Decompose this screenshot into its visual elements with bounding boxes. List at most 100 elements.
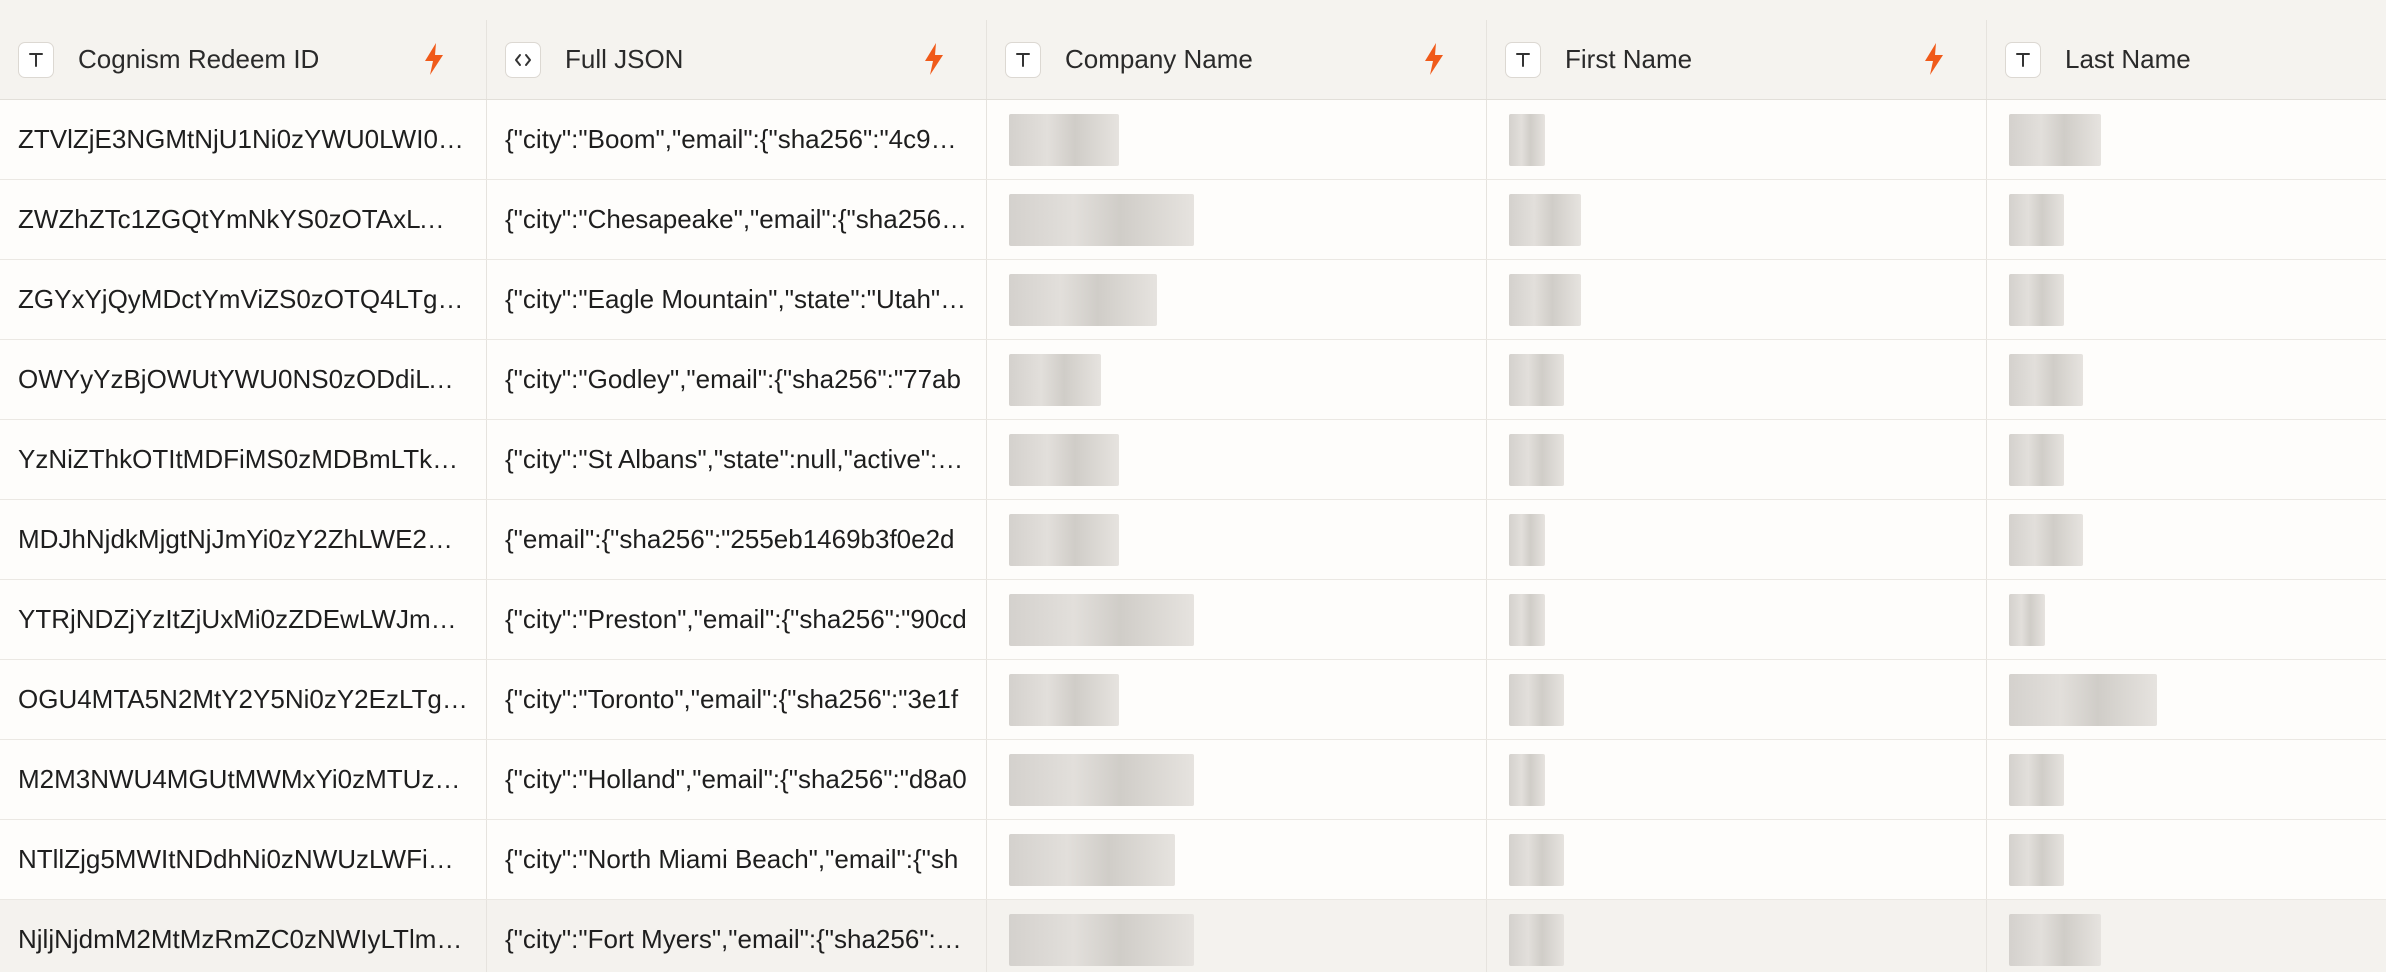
cell-last-name[interactable] <box>1987 580 2386 659</box>
table-row[interactable]: MDJhNjdkMjgtNjJmYi0zY2ZhLWE2MzctYjU {"ema… <box>0 500 2386 580</box>
redeem-id-text: OWYyYzBjOWUtYWU0NS0zODdiLWE3OTEtNjc <box>18 364 486 394</box>
redacted-value <box>2009 834 2064 886</box>
redacted-value <box>2009 514 2083 566</box>
redacted-value <box>1009 914 1194 966</box>
cell-cognism-redeem-id[interactable]: NTllZjg5MWItNDdhNi0zNWUzLWFiMzYtYzU <box>0 820 487 899</box>
cell-company-name[interactable] <box>987 580 1487 659</box>
lightning-bolt-icon[interactable] <box>1422 42 1446 76</box>
cell-full-json[interactable]: {"email":{"sha256":"255eb1469b3f0e2d <box>487 500 987 579</box>
full-json-text: {"city":"Preston","email":{"sha256":"90c… <box>505 604 967 634</box>
cell-full-json[interactable]: {"city":"Preston","email":{"sha256":"90c… <box>487 580 987 659</box>
full-json-text: {"city":"Holland","email":{"sha256":"d8a… <box>505 764 967 794</box>
redacted-value <box>1509 114 1545 166</box>
cell-full-json[interactable]: {"city":"Chesapeake","email":{"sha256":"… <box>487 180 987 259</box>
cell-last-name[interactable] <box>1987 740 2386 819</box>
column-header-last-name[interactable]: Last Name <box>1987 20 2386 99</box>
table-row[interactable]: YzNiZThkOTItMDFiMS0zMDBmLTk5YzktMTA {"cit… <box>0 420 2386 500</box>
cell-last-name[interactable] <box>1987 180 2386 259</box>
table-row[interactable]: YTRjNDZjYzItZjUxMi0zZDEwLWJmNGUtNDE {"cit… <box>0 580 2386 660</box>
cell-cognism-redeem-id[interactable]: YzNiZThkOTItMDFiMS0zMDBmLTk5YzktMTA <box>0 420 487 499</box>
table-row[interactable]: OGU4MTA5N2MtY2Y5Ni0zY2EzLTg0ZTUtODQ {"cit… <box>0 660 2386 740</box>
cell-company-name[interactable] <box>987 740 1487 819</box>
table-row[interactable]: OWYyYzBjOWUtYWU0NS0zODdiLWE3OTEtNjc {"cit… <box>0 340 2386 420</box>
lightning-bolt-icon[interactable] <box>922 42 946 76</box>
cell-full-json[interactable]: {"city":"Fort Myers","email":{"sha256":"… <box>487 900 987 972</box>
cell-last-name[interactable] <box>1987 420 2386 499</box>
cell-company-name[interactable] <box>987 820 1487 899</box>
cell-cognism-redeem-id[interactable]: OGU4MTA5N2MtY2Y5Ni0zY2EzLTg0ZTUtODQ <box>0 660 487 739</box>
column-header-label: Cognism Redeem ID <box>78 44 320 74</box>
redeem-id-text: NTllZjg5MWItNDdhNi0zNWUzLWFiMzYtYzU <box>18 844 486 874</box>
cell-last-name[interactable] <box>1987 820 2386 899</box>
redacted-value <box>1509 514 1545 566</box>
cell-cognism-redeem-id[interactable]: ZWZhZTc1ZGQtYmNkYS0zOTAxLWI0MDgtMjI <box>0 180 487 259</box>
cell-first-name[interactable] <box>1487 260 1987 339</box>
text-type-icon <box>2005 41 2041 78</box>
cell-cognism-redeem-id[interactable]: NjljNjdmM2MtMzRmZC0zNWIyLTlmMGMtNzI <box>0 900 487 972</box>
redeem-id-text: MDJhNjdkMjgtNjJmYi0zY2ZhLWE2MzctYjU <box>18 524 486 554</box>
column-header-cognism-redeem-id[interactable]: Cognism Redeem ID <box>0 20 487 99</box>
redacted-value <box>2009 914 2101 966</box>
redacted-value <box>2009 594 2045 646</box>
cell-first-name[interactable] <box>1487 660 1987 739</box>
redacted-value <box>1009 514 1119 566</box>
table-row[interactable]: NjljNjdmM2MtMzRmZC0zNWIyLTlmMGMtNzI {"cit… <box>0 900 2386 972</box>
cell-company-name[interactable] <box>987 660 1487 739</box>
cell-last-name[interactable] <box>1987 100 2386 179</box>
cell-first-name[interactable] <box>1487 820 1987 899</box>
table-row[interactable]: NTllZjg5MWItNDdhNi0zNWUzLWFiMzYtYzU {"cit… <box>0 820 2386 900</box>
redacted-value <box>1509 194 1581 246</box>
cell-company-name[interactable] <box>987 900 1487 972</box>
cell-cognism-redeem-id[interactable]: M2M3NWU4MGUtMWMxYi0zMTUzLWJjYTQtNDM <box>0 740 487 819</box>
cell-full-json[interactable]: {"city":"St Albans","state":null,"active… <box>487 420 987 499</box>
table-row[interactable]: ZGYxYjQyMDctYmViZS0zOTQ4LTg0MzEtZTM {"cit… <box>0 260 2386 340</box>
cell-first-name[interactable] <box>1487 180 1987 259</box>
column-header-company-name[interactable]: Company Name <box>987 20 1487 99</box>
cell-first-name[interactable] <box>1487 100 1987 179</box>
cell-last-name[interactable] <box>1987 660 2386 739</box>
cell-cognism-redeem-id[interactable]: OWYyYzBjOWUtYWU0NS0zODdiLWE3OTEtNjc <box>0 340 487 419</box>
cell-company-name[interactable] <box>987 260 1487 339</box>
cell-last-name[interactable] <box>1987 260 2386 339</box>
redacted-value <box>1009 834 1175 886</box>
redacted-value <box>1509 594 1545 646</box>
cell-last-name[interactable] <box>1987 900 2386 972</box>
cell-full-json[interactable]: {"city":"Boom","email":{"sha256":"4c9e1b <box>487 100 987 179</box>
cell-cognism-redeem-id[interactable]: ZTVlZjE3NGMtNjU1Ni0zYWU0LWI0ODctYjI4 <box>0 100 487 179</box>
cell-cognism-redeem-id[interactable]: YTRjNDZjYzItZjUxMi0zZDEwLWJmNGUtNDE <box>0 580 487 659</box>
redacted-value <box>1009 434 1119 486</box>
cell-first-name[interactable] <box>1487 740 1987 819</box>
cell-last-name[interactable] <box>1987 340 2386 419</box>
cell-full-json[interactable]: {"city":"Holland","email":{"sha256":"d8a… <box>487 740 987 819</box>
cell-company-name[interactable] <box>987 500 1487 579</box>
redeem-id-text: M2M3NWU4MGUtMWMxYi0zMTUzLWJjYTQtNDM <box>18 764 486 794</box>
lightning-bolt-icon[interactable] <box>1922 42 1946 76</box>
cell-full-json[interactable]: {"city":"North Miami Beach","email":{"sh <box>487 820 987 899</box>
cell-first-name[interactable] <box>1487 580 1987 659</box>
cell-first-name[interactable] <box>1487 340 1987 419</box>
cell-company-name[interactable] <box>987 180 1487 259</box>
table-row[interactable]: ZWZhZTc1ZGQtYmNkYS0zOTAxLWI0MDgtMjI {"cit… <box>0 180 2386 260</box>
cell-company-name[interactable] <box>987 420 1487 499</box>
cell-full-json[interactable]: {"city":"Toronto","email":{"sha256":"3e1… <box>487 660 987 739</box>
table-row[interactable]: M2M3NWU4MGUtMWMxYi0zMTUzLWJjYTQtNDM {"cit… <box>0 740 2386 820</box>
cell-full-json[interactable]: {"city":"Eagle Mountain","state":"Utah",… <box>487 260 987 339</box>
data-table: Cognism Redeem ID Full JSON Company Name… <box>0 0 2386 972</box>
cell-cognism-redeem-id[interactable]: MDJhNjdkMjgtNjJmYi0zY2ZhLWE2MzctYjU <box>0 500 487 579</box>
column-header-full-json[interactable]: Full JSON <box>487 20 987 99</box>
column-header-first-name[interactable]: First Name <box>1487 20 1987 99</box>
redeem-id-text: OGU4MTA5N2MtY2Y5Ni0zY2EzLTg0ZTUtODQ <box>18 684 486 714</box>
redacted-value <box>2009 114 2101 166</box>
cell-last-name[interactable] <box>1987 500 2386 579</box>
redacted-value <box>2009 274 2064 326</box>
cell-first-name[interactable] <box>1487 420 1987 499</box>
cell-first-name[interactable] <box>1487 900 1987 972</box>
lightning-bolt-icon[interactable] <box>422 42 446 76</box>
table-row[interactable]: ZTVlZjE3NGMtNjU1Ni0zYWU0LWI0ODctYjI4 {"ci… <box>0 100 2386 180</box>
cell-full-json[interactable]: {"city":"Godley","email":{"sha256":"77ab <box>487 340 987 419</box>
cell-first-name[interactable] <box>1487 500 1987 579</box>
cell-company-name[interactable] <box>987 340 1487 419</box>
cell-company-name[interactable] <box>987 100 1487 179</box>
redeem-id-text: ZGYxYjQyMDctYmViZS0zOTQ4LTg0MzEtZTM <box>18 284 486 314</box>
cell-cognism-redeem-id[interactable]: ZGYxYjQyMDctYmViZS0zOTQ4LTg0MzEtZTM <box>0 260 487 339</box>
